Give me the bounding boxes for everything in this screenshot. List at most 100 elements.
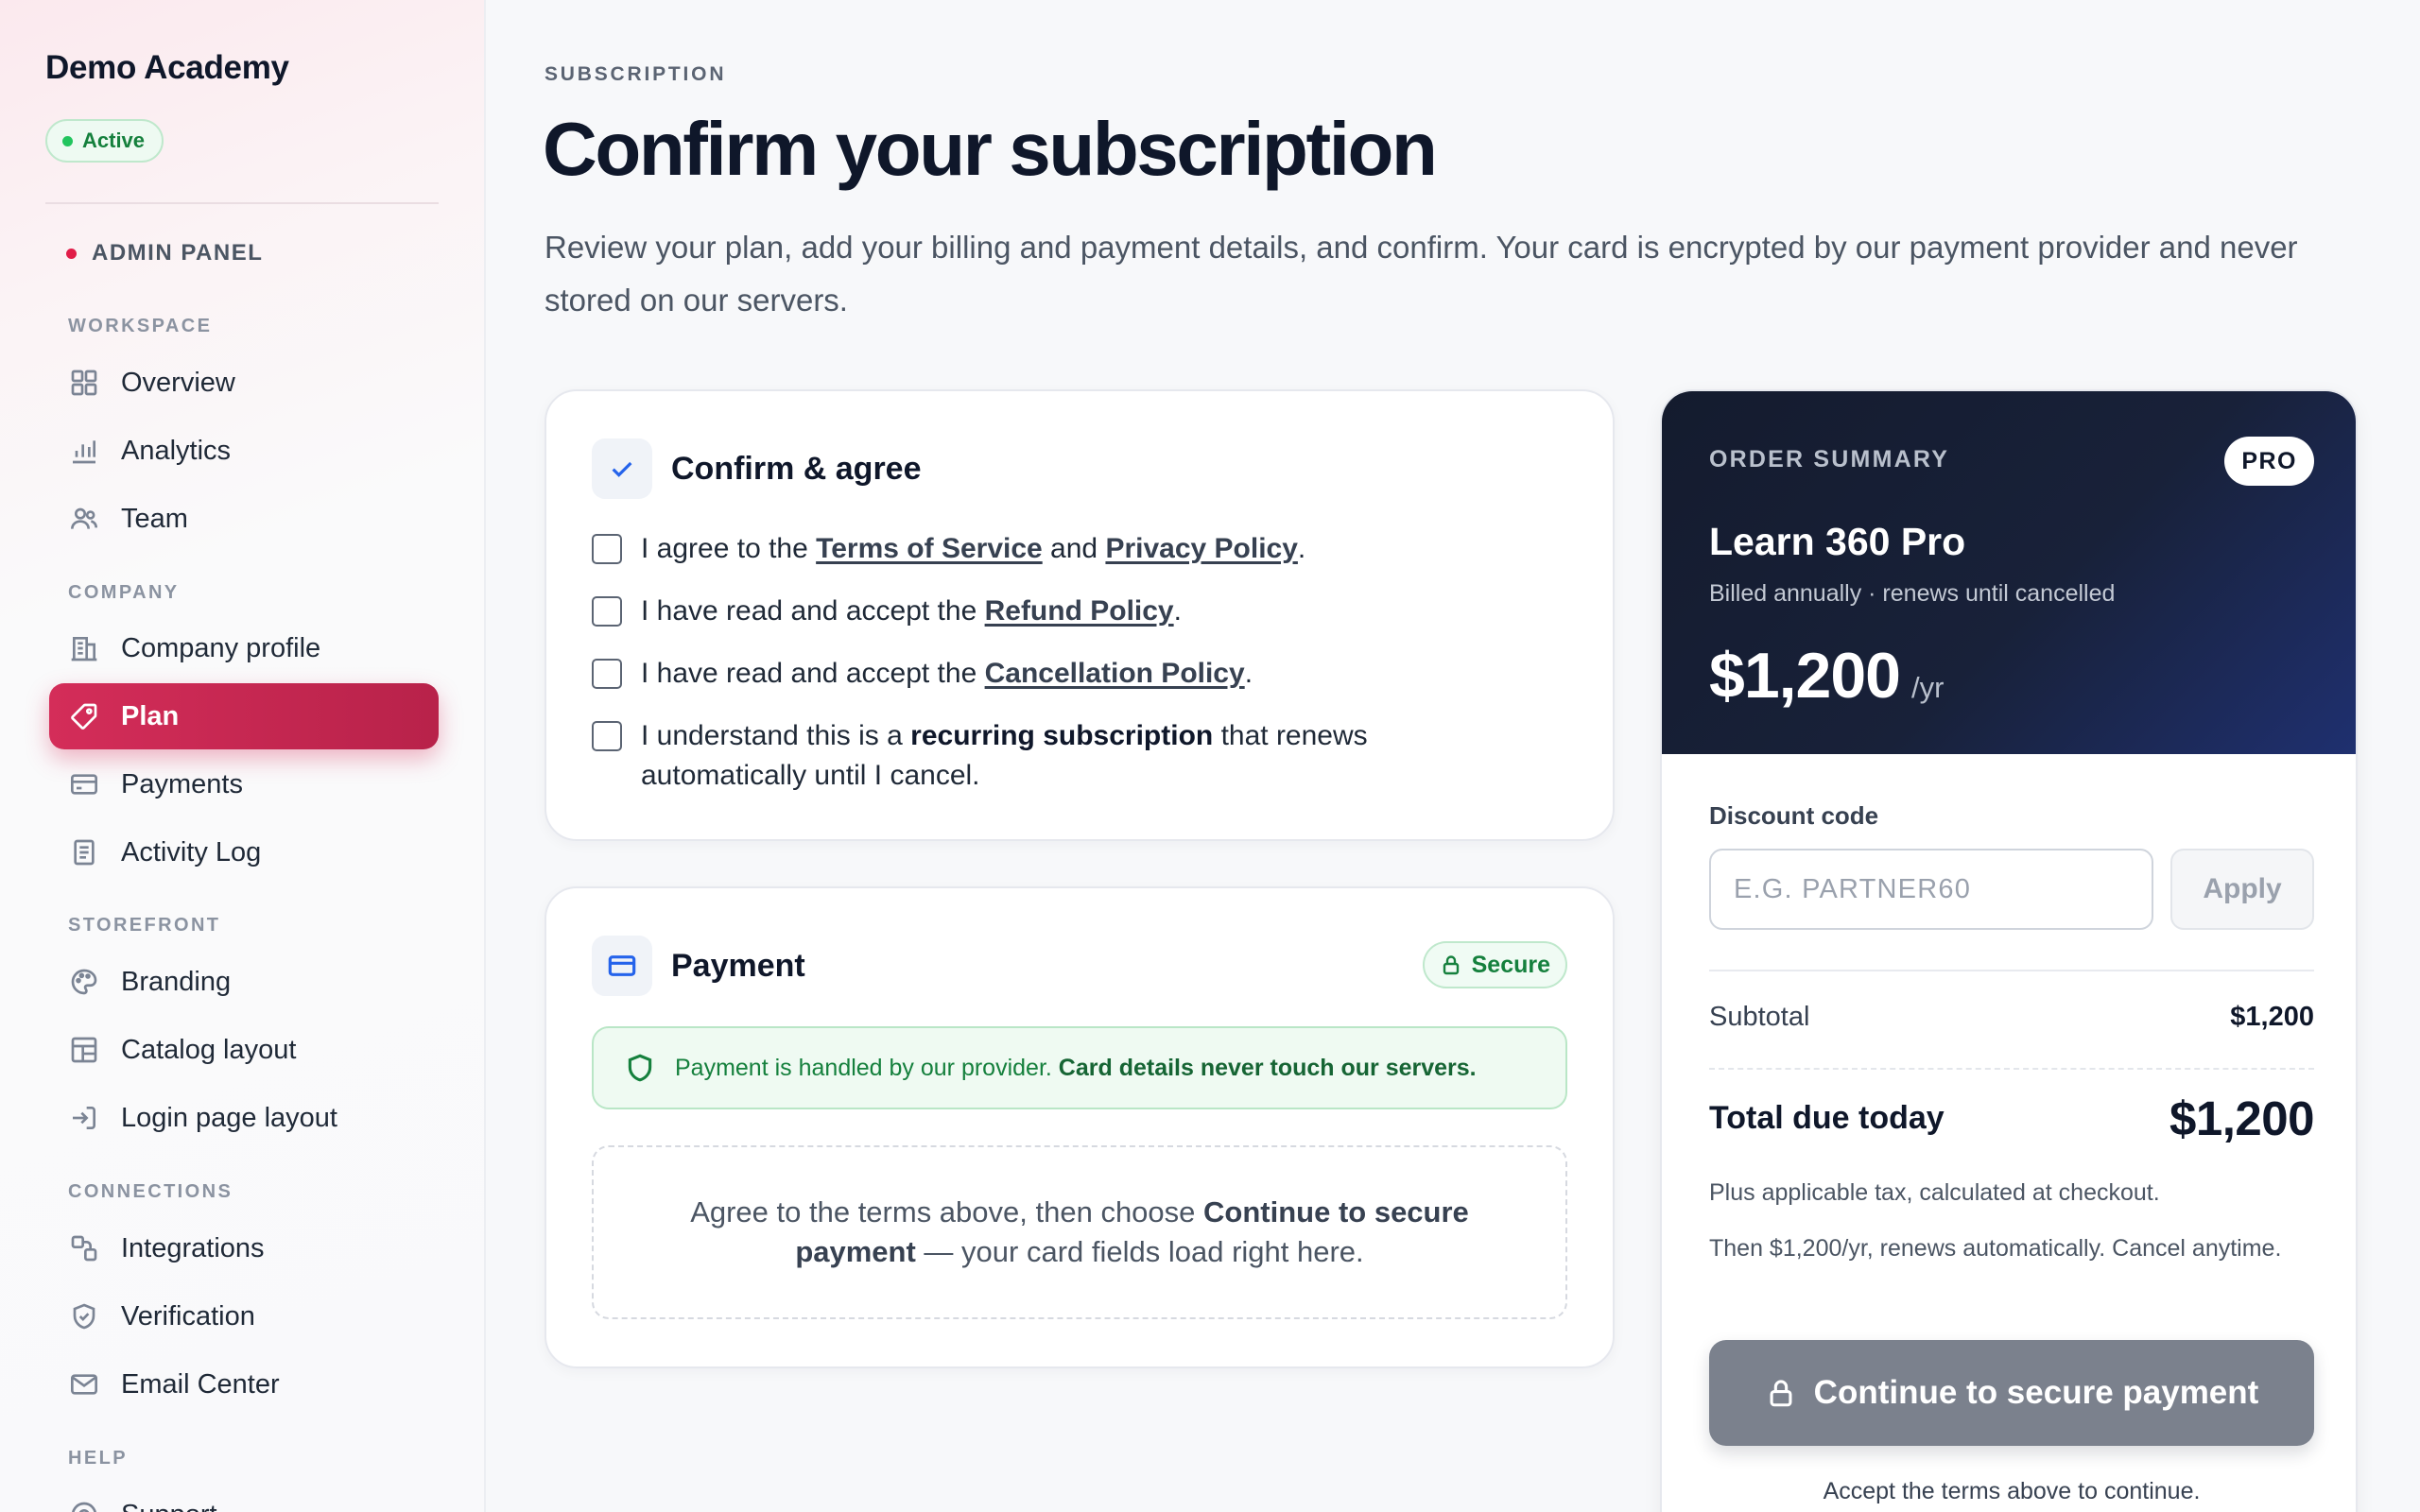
billing-cycle: Billed annually · renews until cancelled (1709, 580, 2116, 607)
sidebar-item-login-page-layout[interactable]: Login page layout (49, 1085, 439, 1151)
sidebar-item-activity-log[interactable]: Activity Log (49, 819, 439, 885)
terms-agreement-text: I agree to the Terms of Service and Priv… (641, 529, 1305, 569)
sidebar-item-email-center[interactable]: Email Center (49, 1351, 439, 1418)
sidebar-item-overview[interactable]: Overview (49, 350, 439, 416)
continue-hint: Accept the terms above to continue. (1823, 1478, 2201, 1504)
sidebar-item-branding[interactable]: Branding (49, 949, 439, 1015)
bar-chart-icon (68, 435, 100, 467)
sidebar-item-label: Branding (121, 966, 232, 997)
sidebar-item-company-profile[interactable]: Company profile (49, 615, 439, 681)
payment-card-header: Payment (592, 936, 805, 996)
cancellation-prefix: I have read and accept the (641, 658, 985, 689)
section-label-company: COMPANY (68, 582, 180, 603)
terms-checkbox[interactable] (592, 534, 622, 564)
continue-to-payment-button[interactable]: Continue to secure payment (1709, 1340, 2314, 1446)
check-icon (592, 438, 652, 499)
order-summary-card: ORDER SUMMARY PRO Learn 360 Pro Billed a… (1660, 389, 2358, 1512)
cancellation-checkbox[interactable] (592, 659, 622, 689)
plan-tier-badge: PRO (2224, 437, 2314, 486)
sidebar-item-verification[interactable]: Verification (49, 1283, 439, 1349)
discount-code-input[interactable] (1709, 849, 2153, 930)
users-icon (68, 503, 100, 535)
recurring-checkbox[interactable] (592, 721, 622, 751)
cancellation-policy-link[interactable]: Cancellation Policy (985, 658, 1245, 689)
subtotal-value: $1,200 (2230, 1002, 2314, 1032)
subtotal-label: Subtotal (1709, 1002, 1810, 1032)
status-dot-icon (62, 135, 73, 146)
refund-agreement-text: I have read and accept the Refund Policy… (641, 592, 1182, 631)
continue-button-label: Continue to secure payment (1813, 1374, 2259, 1411)
terms-agreement-row[interactable]: I agree to the Terms of Service and Priv… (592, 529, 1537, 569)
provider-notice-strong: Card details never touch our servers. (1058, 1054, 1477, 1081)
admin-dot-icon (66, 248, 77, 259)
page-description: Review your plan, add your billing and p… (544, 230, 2298, 318)
cancellation-agreement-text: I have read and accept the Cancellation … (641, 654, 1253, 694)
confirm-card-title: Confirm & agree (671, 450, 922, 487)
refund-suffix: . (1173, 595, 1182, 627)
total-row: Total due today $1,200 (1709, 1091, 2315, 1146)
building-icon (68, 632, 100, 664)
section-label-help: HELP (68, 1448, 128, 1469)
cancellation-suffix: . (1244, 658, 1253, 689)
subtotal-row: Subtotal $1,200 (1709, 1002, 2314, 1033)
total-value: $1,200 (2169, 1091, 2315, 1145)
card-fields-placeholder-text: Agree to the terms above, then choose Co… (669, 1193, 1490, 1272)
confirm-agree-card: Confirm & agree I agree to the Terms of … (544, 389, 1615, 841)
sidebar-item-label: Analytics (121, 435, 232, 466)
life-buoy-icon (68, 1499, 100, 1512)
status-badge: Active (45, 119, 164, 163)
sidebar-item-label: Email Center (121, 1368, 280, 1400)
layout-icon (68, 1034, 100, 1066)
admin-panel-text: ADMIN PANEL (92, 240, 264, 266)
admin-panel-label: ADMIN PANEL (66, 240, 263, 266)
sidebar-divider (45, 202, 439, 204)
refund-policy-link[interactable]: Refund Policy (985, 595, 1174, 627)
order-summary-eyebrow: ORDER SUMMARY (1709, 446, 1950, 472)
provider-notice-text: Payment is handled by our provider. Card… (675, 1055, 1477, 1082)
refund-agreement-row[interactable]: I have read and accept the Refund Policy… (592, 592, 1537, 631)
placeholder-suffix: — your card fields load right here. (915, 1235, 1364, 1268)
palette-icon (68, 966, 100, 998)
credit-card-icon (68, 768, 100, 800)
renewal-note: Then $1,200/yr, renews automatically. Ca… (1709, 1235, 2282, 1262)
provider-notice: Payment is handled by our provider. Card… (592, 1026, 1567, 1109)
sidebar-item-label: Integrations (121, 1232, 265, 1263)
summary-divider (1709, 970, 2314, 971)
sidebar-item-analytics[interactable]: Analytics (49, 418, 439, 484)
shield-icon (628, 1054, 652, 1082)
sidebar-item-integrations[interactable]: Integrations (49, 1215, 439, 1281)
sidebar-item-label: Team (121, 503, 188, 534)
tag-icon (68, 700, 100, 732)
price-amount: $1,200 (1709, 640, 1901, 712)
sidebar-item-label: Company profile (121, 632, 321, 663)
sidebar-item-team[interactable]: Team (49, 486, 439, 552)
sidebar-item-catalog-layout[interactable]: Catalog layout (49, 1017, 439, 1083)
sidebar-item-label: Catalog layout (121, 1034, 297, 1065)
sidebar-item-label: Payments (121, 768, 243, 799)
recurring-agreement-row[interactable]: I understand this is a recurring subscri… (592, 716, 1424, 796)
privacy-policy-link[interactable]: Privacy Policy (1105, 533, 1297, 564)
terms-of-service-link[interactable]: Terms of Service (816, 533, 1043, 564)
secure-badge-text: Secure (1471, 951, 1550, 978)
sidebar-item-label: Plan (121, 700, 180, 731)
status-text: Active (82, 129, 146, 152)
puzzle-icon (68, 1232, 100, 1264)
sidebar: Demo Academy Active ADMIN PANEL WORKSPAC… (0, 0, 486, 1512)
credit-card-icon (592, 936, 652, 996)
sidebar-item-label: Activity Log (121, 836, 262, 868)
sidebar-item-plan[interactable]: Plan (49, 683, 439, 749)
apply-discount-button[interactable]: Apply (2170, 849, 2314, 930)
page-eyebrow: SUBSCRIPTION (544, 63, 727, 85)
sidebar-item-label: Verification (121, 1300, 255, 1332)
sidebar-item-label: Login page layout (121, 1102, 337, 1133)
section-label-workspace: WORKSPACE (68, 316, 213, 336)
sidebar-item-support[interactable]: Support (49, 1482, 439, 1512)
tax-note: Plus applicable tax, calculated at check… (1709, 1179, 2160, 1206)
cancellation-agreement-row[interactable]: I have read and accept the Cancellation … (592, 654, 1537, 694)
price-period: /yr (1910, 671, 1945, 704)
terms-suffix: . (1297, 533, 1306, 564)
order-summary-header: ORDER SUMMARY PRO Learn 360 Pro Billed a… (1662, 391, 2356, 754)
sidebar-item-payments[interactable]: Payments (49, 751, 439, 817)
plan-name: Learn 360 Pro (1709, 520, 1966, 563)
refund-checkbox[interactable] (592, 596, 622, 627)
